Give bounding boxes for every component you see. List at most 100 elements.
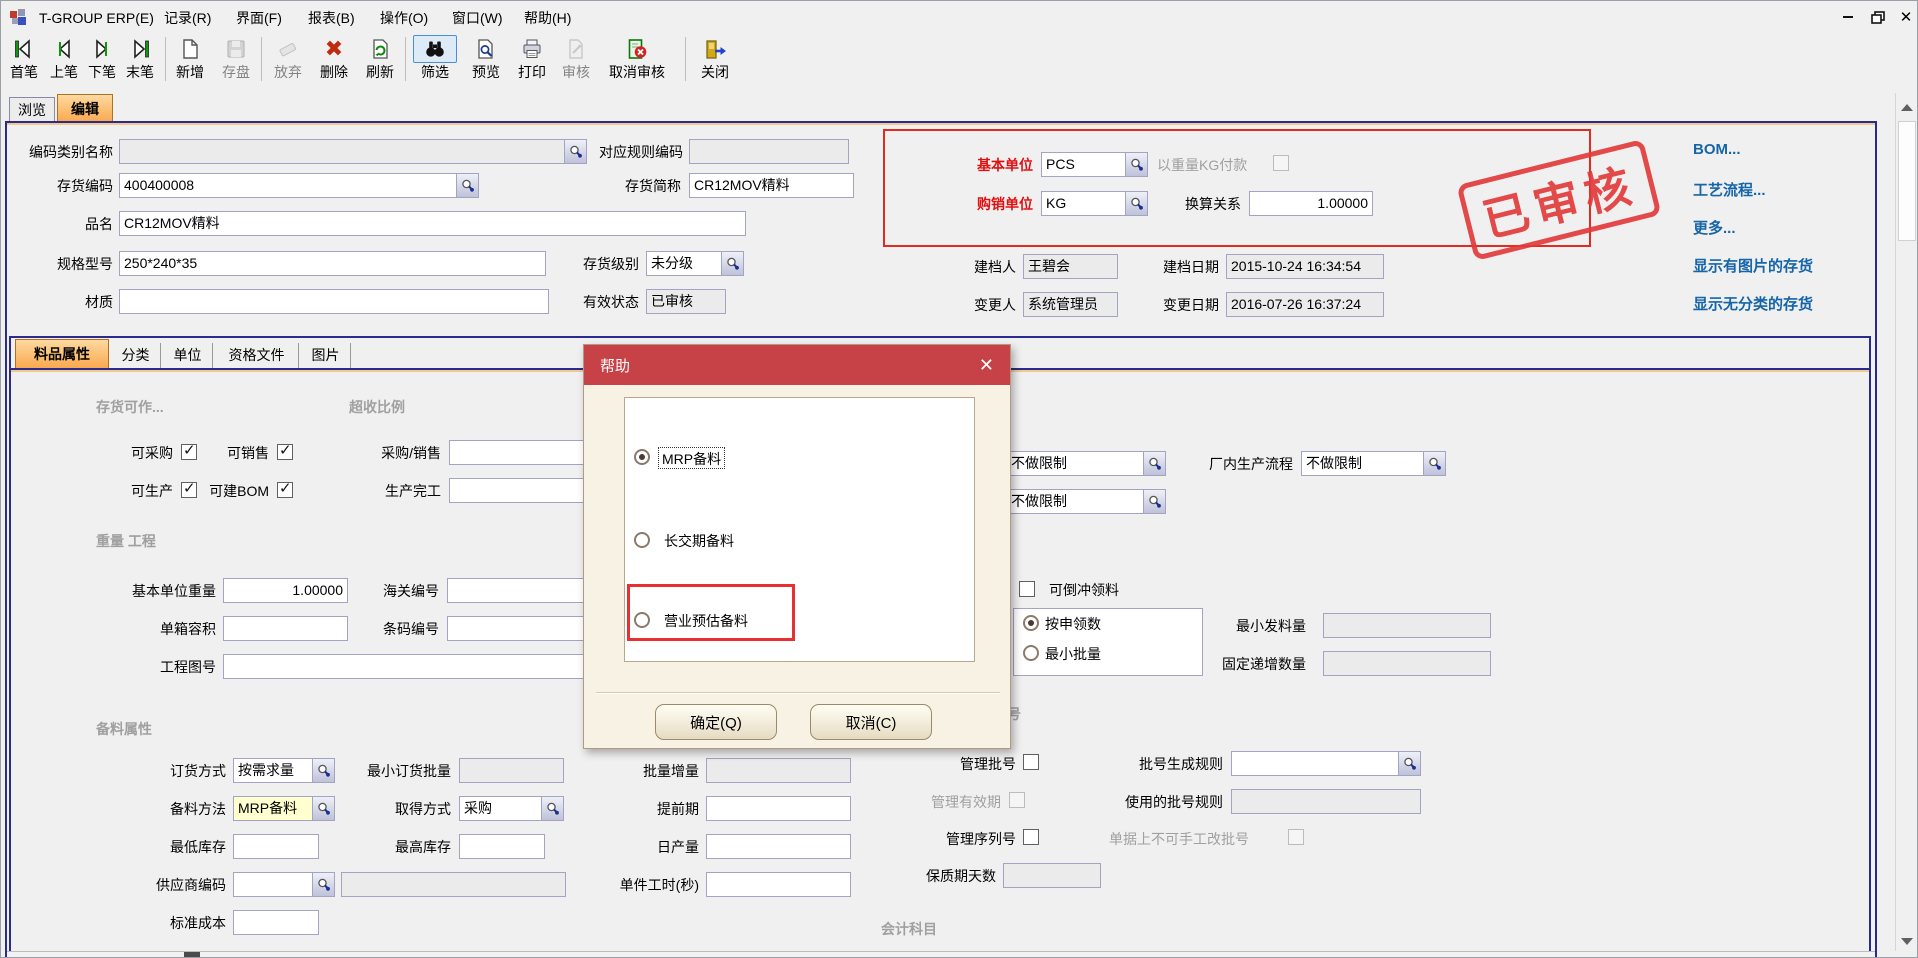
dialog-close-icon[interactable]: ✕ [979, 355, 994, 376]
option-forecast-radio[interactable] [634, 612, 650, 628]
conversion-field[interactable]: 1.00000 [1249, 191, 1373, 216]
toolbar-close-button[interactable]: 关闭 [693, 35, 737, 81]
customs-field[interactable] [447, 578, 597, 603]
toolbar-next-button[interactable]: 下笔 [83, 35, 121, 81]
issue-mode-group [1013, 608, 1203, 676]
toolbar-preview-button[interactable]: 预览 [467, 35, 505, 81]
toolbar-cancel-audit-button[interactable]: 取消审核 [601, 35, 673, 81]
code-category-field[interactable] [119, 139, 587, 164]
lookup-icon[interactable] [1125, 192, 1147, 215]
item-name-field[interactable]: CR12MOV精料 [119, 211, 746, 236]
menu-interface[interactable]: 界面(F) [236, 9, 282, 27]
level-field[interactable]: 未分级 [646, 251, 744, 276]
lookup-icon[interactable] [541, 797, 563, 820]
base-weight-field[interactable]: 1.00000 [223, 578, 348, 603]
option-mrp-label[interactable]: MRP备料 [658, 447, 725, 469]
lookup-icon[interactable] [1143, 490, 1165, 513]
dialog-title-bar[interactable]: 帮助 ✕ [584, 345, 1010, 385]
batch-rule-field[interactable] [1231, 751, 1421, 776]
lookup-icon[interactable] [312, 759, 334, 782]
menu-window[interactable]: 窗口(W) [452, 9, 503, 27]
sellable-checkbox[interactable] [277, 444, 293, 460]
manage-batch-checkbox[interactable] [1023, 754, 1039, 770]
toolbar-prev-button[interactable]: 上笔 [45, 35, 83, 81]
link-more[interactable]: 更多... [1693, 217, 1736, 238]
lookup-icon[interactable] [312, 873, 334, 896]
limit-field-1[interactable]: 不做限制 [1006, 451, 1166, 476]
by-request-radio[interactable] [1023, 615, 1039, 631]
dialog-ok-button[interactable]: 确定(Q) [655, 704, 777, 740]
toolbar-new-button[interactable]: 新增 [171, 35, 209, 81]
lookup-icon[interactable] [312, 797, 334, 820]
menu-app-title[interactable]: T-GROUP ERP(E) [39, 9, 154, 27]
link-process-flow[interactable]: 工艺流程... [1693, 179, 1766, 200]
item-code-field[interactable]: 400400008 [119, 173, 479, 198]
by-min-batch-radio[interactable] [1023, 645, 1039, 661]
toolbar-delete-button[interactable]: ✖ 删除 [315, 35, 353, 81]
max-stock-label: 最高库存 [347, 836, 451, 858]
minimize-button[interactable] [1837, 7, 1859, 27]
barcode-field[interactable] [447, 616, 597, 641]
manage-serial-checkbox[interactable] [1023, 829, 1039, 845]
lookup-icon[interactable] [1423, 452, 1445, 475]
link-show-with-images[interactable]: 显示有图片的存货 [1693, 255, 1813, 276]
toolbar-filter-button[interactable]: 筛选 [413, 35, 457, 81]
option-long-lead-radio[interactable] [634, 532, 650, 548]
toolbar-refresh-button[interactable]: 刷新 [361, 35, 399, 81]
lookup-icon[interactable] [1125, 153, 1147, 176]
lookup-icon[interactable] [721, 252, 743, 275]
std-cost-field[interactable] [233, 910, 319, 935]
item-short-field[interactable]: CR12MOV精料 [689, 173, 854, 198]
scrollbar-thumb[interactable] [1898, 121, 1916, 241]
subtab-category[interactable]: 分类 [111, 343, 161, 368]
lookup-icon[interactable] [1398, 752, 1420, 775]
link-show-unclassified[interactable]: 显示无分类的存货 [1693, 293, 1813, 314]
lead-time-field[interactable] [706, 796, 851, 821]
backflush-checkbox[interactable] [1019, 581, 1035, 597]
subtab-image[interactable]: 图片 [301, 343, 351, 368]
supplier-field[interactable] [233, 872, 335, 897]
daily-output-field[interactable] [706, 834, 851, 859]
min-stock-field[interactable] [233, 834, 319, 859]
drawing-field[interactable] [223, 654, 585, 679]
option-long-lead-label[interactable]: 长交期备料 [664, 530, 734, 552]
toolbar-print-button[interactable]: 打印 [513, 35, 551, 81]
option-forecast-label[interactable]: 营业预估备料 [664, 610, 748, 632]
box-volume-field[interactable] [223, 616, 348, 641]
menu-record[interactable]: 记录(R) [164, 9, 211, 27]
spec-field[interactable]: 250*240*35 [119, 251, 546, 276]
link-bom[interactable]: BOM... [1693, 141, 1741, 158]
toolbar-last-button[interactable]: 末笔 [121, 35, 159, 81]
lookup-icon[interactable] [1143, 452, 1165, 475]
close-window-button[interactable]: ✕ [1895, 7, 1917, 27]
limit-field-2[interactable]: 不做限制 [1006, 489, 1166, 514]
restore-button[interactable] [1867, 7, 1889, 27]
purchasable-checkbox[interactable] [181, 444, 197, 460]
scroll-down-icon[interactable] [1898, 933, 1916, 949]
prep-method-field[interactable]: MRP备料 [233, 796, 335, 821]
subtab-unit[interactable]: 单位 [163, 343, 213, 368]
order-mode-field[interactable]: 按需求量 [233, 758, 335, 783]
subtab-qualification[interactable]: 资格文件 [215, 343, 299, 368]
lookup-icon[interactable] [456, 174, 478, 197]
tab-edit[interactable]: 编辑 [57, 94, 113, 122]
material-field[interactable] [119, 289, 549, 314]
over-purchase-field[interactable] [449, 440, 599, 465]
tab-browse[interactable]: 浏览 [9, 97, 55, 122]
toolbar-first-button[interactable]: 首笔 [5, 35, 43, 81]
acquire-field[interactable]: 采购 [459, 796, 564, 821]
over-production-field[interactable] [449, 478, 599, 503]
trade-unit-field[interactable]: KG [1041, 191, 1148, 216]
max-stock-field[interactable] [459, 834, 545, 859]
menu-operation[interactable]: 操作(O) [380, 9, 428, 27]
menu-report[interactable]: 报表(B) [308, 9, 355, 27]
scroll-up-icon[interactable] [1898, 99, 1916, 115]
dialog-cancel-button[interactable]: 取消(C) [810, 704, 932, 740]
menu-help[interactable]: 帮助(H) [524, 9, 571, 27]
base-unit-field[interactable]: PCS [1041, 152, 1148, 177]
option-mrp-radio[interactable] [634, 449, 650, 465]
factory-flow-field[interactable]: 不做限制 [1301, 451, 1446, 476]
unit-hours-field[interactable] [706, 872, 851, 897]
bom-allowed-checkbox[interactable] [277, 482, 293, 498]
subtab-item-props[interactable]: 料品属性 [15, 339, 109, 368]
